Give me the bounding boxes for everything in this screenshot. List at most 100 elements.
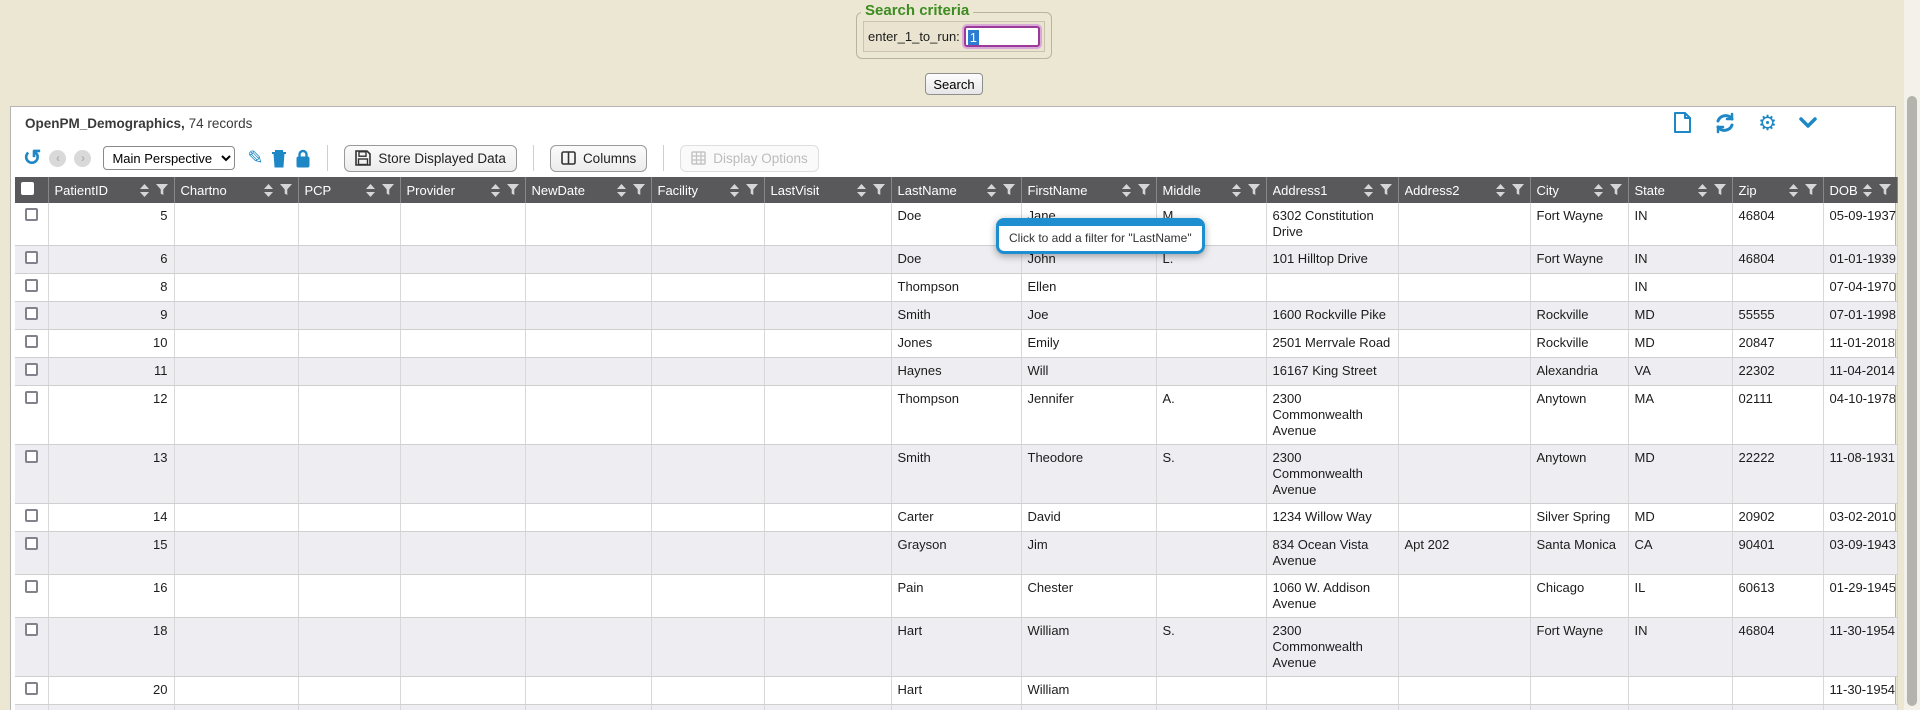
filter-funnel-icon[interactable] [1879, 184, 1891, 196]
column-header-lastvisit[interactable]: LastVisit [764, 177, 891, 203]
filter-funnel-icon[interactable] [873, 184, 885, 196]
filter-funnel-icon[interactable] [1248, 184, 1260, 196]
search-button[interactable]: Search [925, 73, 983, 95]
prev-perspective-icon[interactable]: ‹ [49, 150, 66, 167]
column-header-address2[interactable]: Address2 [1398, 177, 1530, 203]
next-perspective-icon[interactable]: › [74, 150, 91, 167]
sort-icon[interactable] [1789, 184, 1798, 197]
filter-funnel-icon[interactable] [507, 184, 519, 196]
data-grid-wrap: PatientIDChartnoPCPProviderNewDateFacili… [15, 177, 1895, 710]
row-checkbox[interactable] [25, 335, 38, 348]
run-input[interactable]: 1 [964, 26, 1040, 47]
filter-funnel-icon[interactable] [280, 184, 292, 196]
sort-icon[interactable] [730, 184, 739, 197]
sort-icon[interactable] [1122, 184, 1131, 197]
filter-funnel-icon[interactable] [382, 184, 394, 196]
store-displayed-data-button[interactable]: Store Displayed Data [344, 145, 517, 172]
row-checkbox[interactable] [25, 450, 38, 463]
display-options-label: Display Options [713, 151, 808, 166]
column-header-facility[interactable]: Facility [651, 177, 764, 203]
edit-pencil-icon[interactable]: ✎ [247, 147, 263, 170]
gear-icon[interactable]: ⚙ [1758, 113, 1777, 134]
row-select-cell [15, 358, 48, 386]
cell-pcp [298, 575, 400, 618]
cell-provider [400, 274, 525, 302]
column-header-middle[interactable]: Middle [1156, 177, 1266, 203]
row-checkbox[interactable] [25, 251, 38, 264]
columns-button[interactable]: Columns [550, 145, 647, 172]
column-header-state[interactable]: State [1628, 177, 1732, 203]
cell-city: Fort Wayne [1530, 246, 1628, 274]
filter-funnel-icon[interactable] [633, 184, 645, 196]
sort-icon[interactable] [264, 184, 273, 197]
select-all-checkbox[interactable] [21, 182, 34, 195]
column-header-pcp[interactable]: PCP [298, 177, 400, 203]
sort-icon[interactable] [1496, 184, 1505, 197]
refresh-icon[interactable] [1714, 112, 1736, 134]
row-checkbox[interactable] [25, 580, 38, 593]
column-header-provider[interactable]: Provider [400, 177, 525, 203]
sort-icon[interactable] [617, 184, 626, 197]
filter-funnel-icon[interactable] [1714, 184, 1726, 196]
sort-icon[interactable] [857, 184, 866, 197]
column-header-chartno[interactable]: Chartno [174, 177, 298, 203]
cell-address2 [1398, 274, 1530, 302]
table-row: 5DoeJaneM.6302 Constitution DriveFort Wa… [15, 203, 1897, 246]
column-header-newdate[interactable]: NewDate [525, 177, 651, 203]
row-checkbox[interactable] [25, 623, 38, 636]
cell-lastName: Smith [891, 302, 1021, 330]
cell-address1: 1234 Willow Way [1266, 504, 1398, 532]
filter-funnel-icon[interactable] [746, 184, 758, 196]
cell-dob: 03-02-2010 [1823, 504, 1897, 532]
column-header-zip[interactable]: Zip [1732, 177, 1823, 203]
cell-address1 [1266, 274, 1398, 302]
sort-icon[interactable] [1594, 184, 1603, 197]
column-header-firstname[interactable]: FirstName [1021, 177, 1156, 203]
sort-icon[interactable] [140, 184, 149, 197]
row-checkbox[interactable] [25, 509, 38, 522]
table-row: 12ThompsonJenniferA.2300 Commonwealth Av… [15, 386, 1897, 445]
table-row: 9SmithJoe1600 Rockville PikeRockvilleMD5… [15, 302, 1897, 330]
cell-newDate [525, 203, 651, 246]
row-checkbox[interactable] [25, 208, 38, 221]
column-header-lastname[interactable]: LastName [891, 177, 1021, 203]
lock-icon[interactable] [295, 149, 311, 168]
sort-icon[interactable] [366, 184, 375, 197]
sort-icon[interactable] [987, 184, 996, 197]
perspective-select[interactable]: Main Perspective [103, 146, 235, 170]
row-checkbox[interactable] [25, 307, 38, 320]
cell-newDate [525, 532, 651, 575]
filter-funnel-icon[interactable] [1380, 184, 1392, 196]
chevron-down-icon[interactable] [1799, 117, 1817, 129]
row-checkbox[interactable] [25, 391, 38, 404]
filter-funnel-icon[interactable] [1138, 184, 1150, 196]
column-header-city[interactable]: City [1530, 177, 1628, 203]
scrollbar-thumb[interactable] [1907, 96, 1917, 706]
row-checkbox[interactable] [25, 279, 38, 292]
column-header-dob[interactable]: DOB [1823, 177, 1897, 203]
filter-funnel-icon[interactable] [156, 184, 168, 196]
cell-firstName: Chester [1021, 575, 1156, 618]
column-header-address1[interactable]: Address1 [1266, 177, 1398, 203]
column-header-patientid[interactable]: PatientID [48, 177, 174, 203]
row-checkbox[interactable] [25, 682, 38, 695]
delete-trash-icon[interactable] [271, 149, 287, 168]
filter-funnel-icon[interactable] [1512, 184, 1524, 196]
sort-icon[interactable] [1232, 184, 1241, 197]
new-document-icon[interactable] [1673, 112, 1692, 134]
data-grid: PatientIDChartnoPCPProviderNewDateFacili… [15, 177, 1898, 710]
filter-funnel-icon[interactable] [1805, 184, 1817, 196]
row-checkbox[interactable] [25, 363, 38, 376]
sort-icon[interactable] [1698, 184, 1707, 197]
sort-icon[interactable] [1364, 184, 1373, 197]
sort-icon[interactable] [1863, 184, 1872, 197]
cell-newDate [525, 330, 651, 358]
sort-icon[interactable] [491, 184, 500, 197]
cell-address2 [1398, 330, 1530, 358]
row-checkbox[interactable] [25, 537, 38, 550]
vertical-scrollbar[interactable] [1904, 0, 1920, 710]
undo-icon[interactable]: ↺ [23, 147, 41, 169]
filter-funnel-icon[interactable] [1003, 184, 1015, 196]
filter-funnel-icon[interactable] [1610, 184, 1622, 196]
cell-dob: 01-01-1939 [1823, 246, 1897, 274]
